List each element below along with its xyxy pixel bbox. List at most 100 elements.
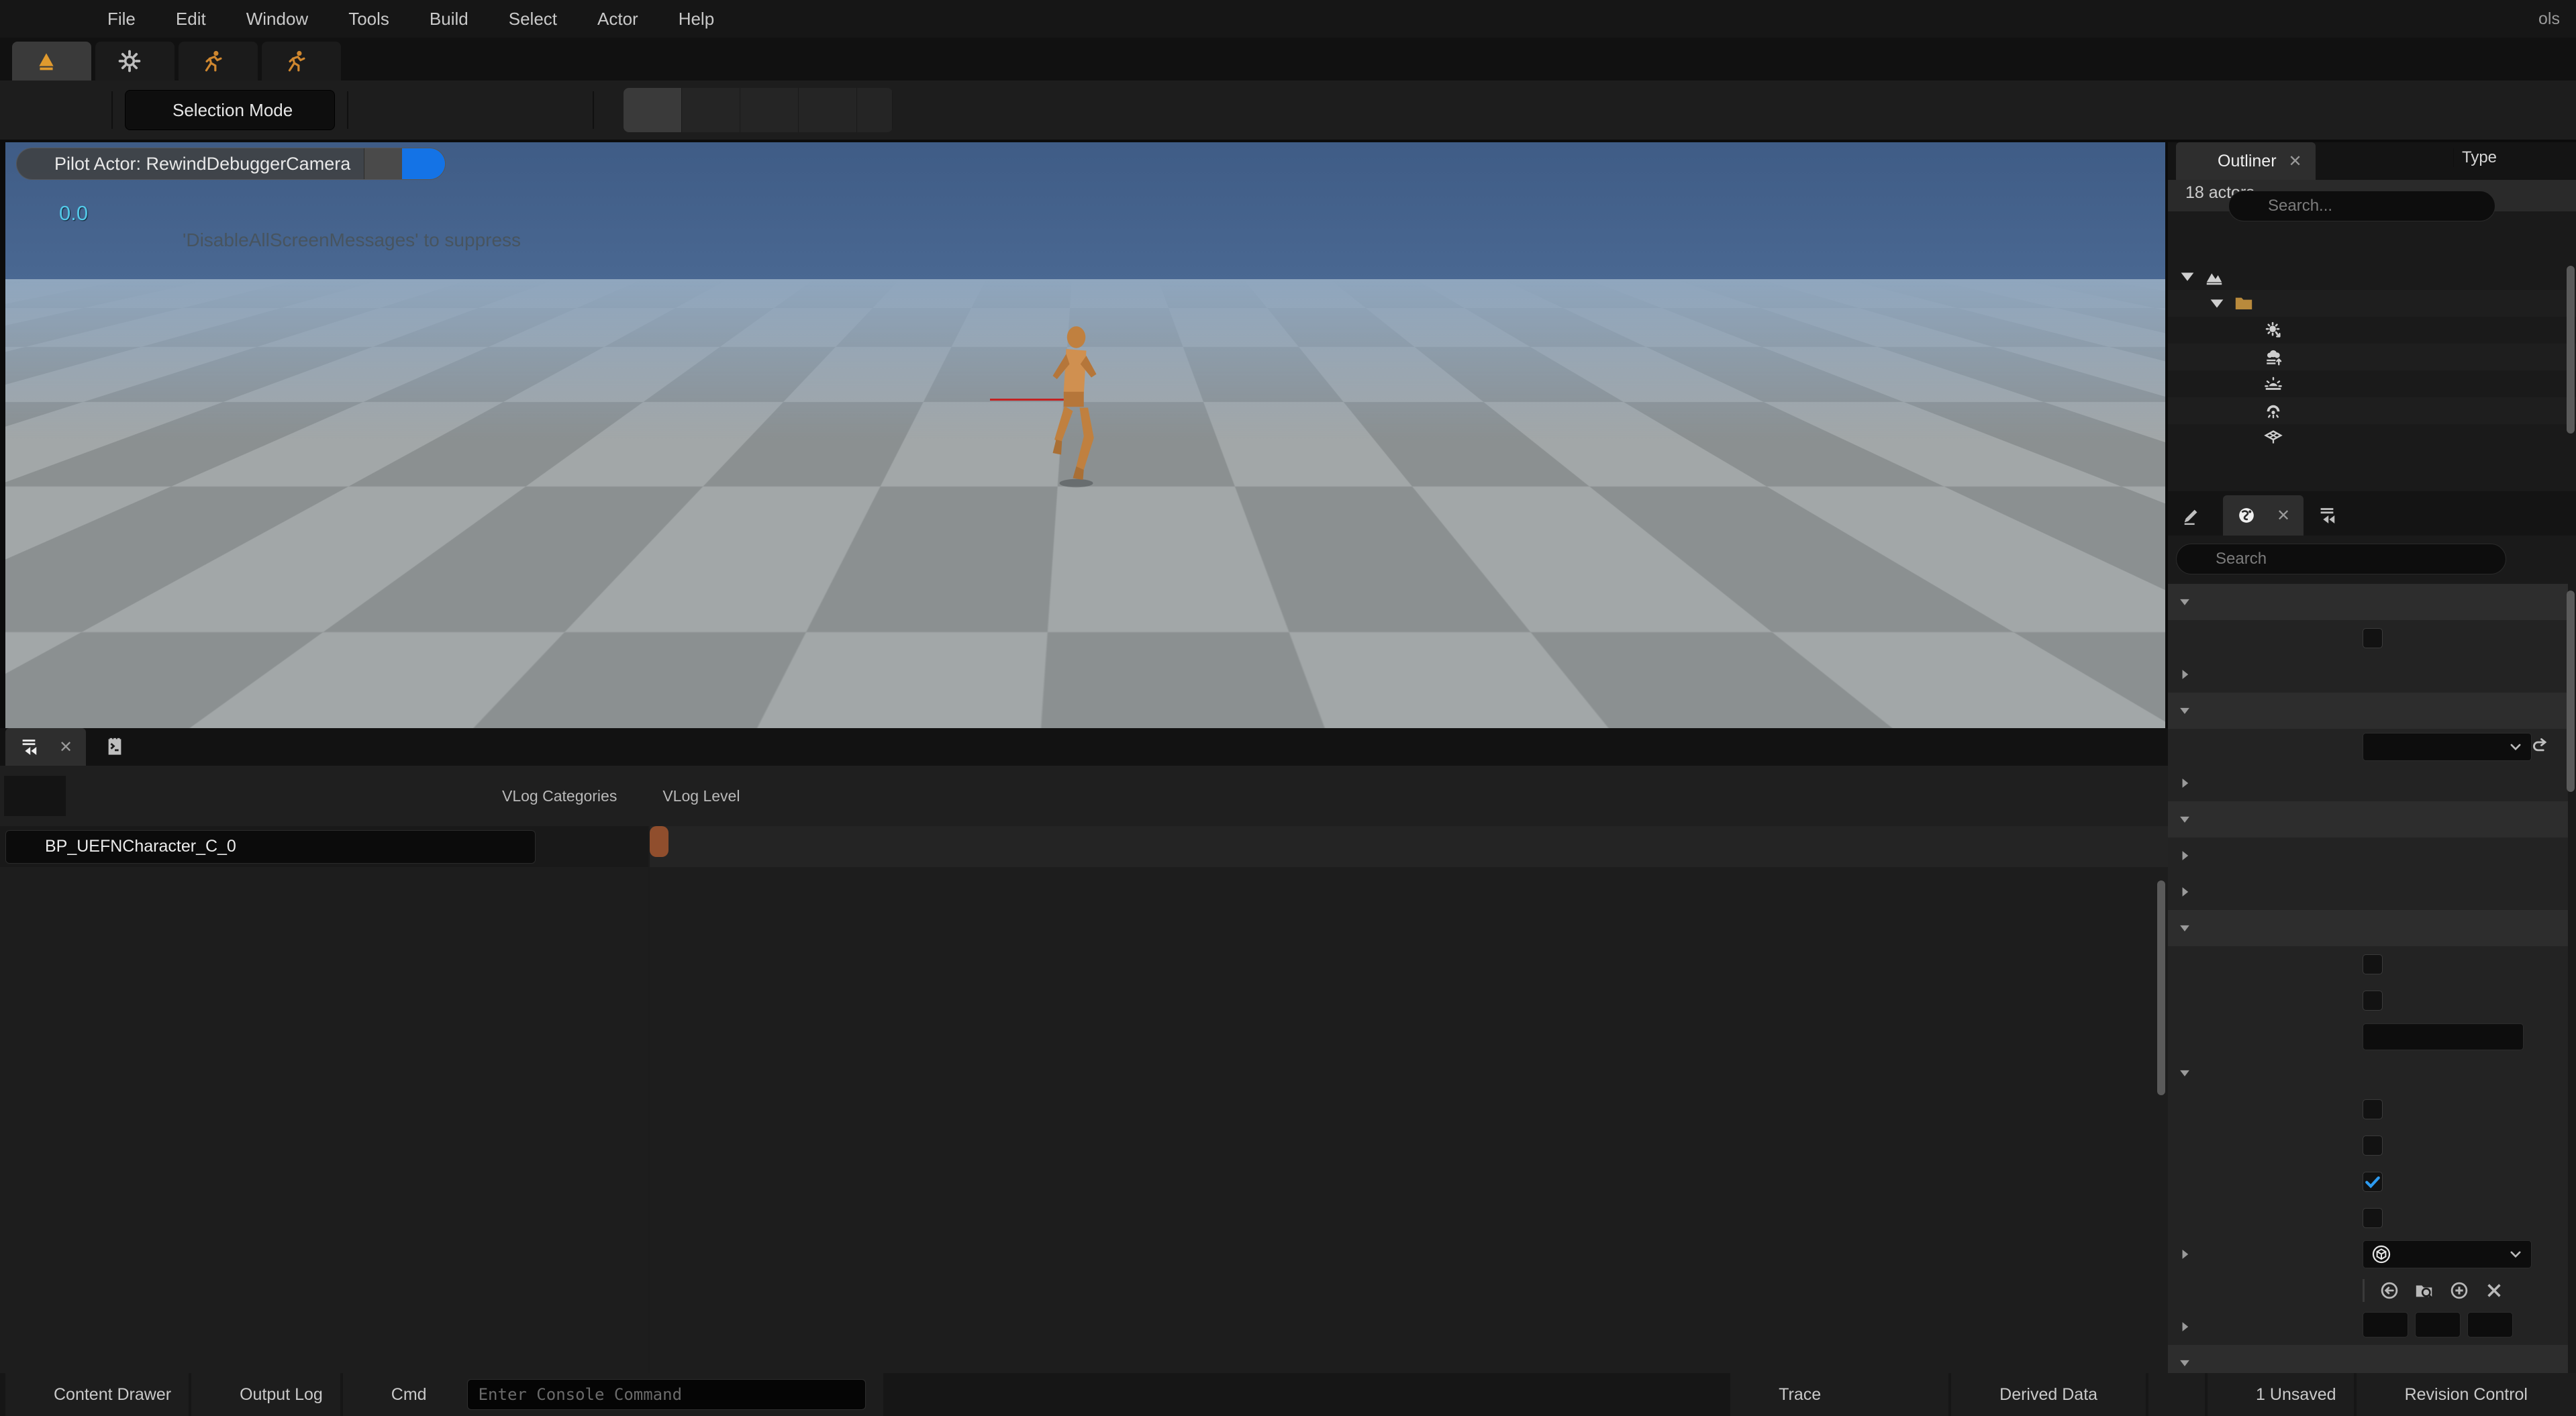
frame-skip-button[interactable]	[682, 88, 740, 132]
menu-item[interactable]: Tools	[328, 9, 409, 30]
insights-icon[interactable]	[1879, 1384, 1900, 1405]
expander-icon[interactable]	[2177, 667, 2192, 682]
menu-item[interactable]: Actor	[577, 9, 658, 30]
character-mannequin[interactable]	[1031, 322, 1125, 490]
blueprints-button[interactable]	[434, 90, 507, 130]
expander-icon[interactable]	[2177, 776, 2192, 791]
checkbox[interactable]	[2363, 1099, 2383, 1119]
play-options-button[interactable]	[857, 88, 893, 132]
outliner-row[interactable]	[2168, 370, 2576, 397]
outliner-row[interactable]	[2168, 317, 2576, 344]
asset-tab[interactable]	[95, 42, 175, 81]
revision-control-dropdown[interactable]: Revision Control	[2357, 1373, 2576, 1416]
expander-icon[interactable]	[2177, 884, 2192, 899]
details-row[interactable]	[2168, 874, 2568, 911]
checkbox[interactable]	[2363, 1208, 2383, 1228]
browse-to-asset-icon[interactable]	[2414, 1280, 2434, 1301]
expander-icon[interactable]	[2207, 293, 2227, 313]
details-settings-icon[interactable]	[2553, 548, 2576, 570]
clear-icon[interactable]	[2484, 1280, 2504, 1301]
expander-icon[interactable]	[2177, 1211, 2192, 1225]
expander-icon[interactable]	[2177, 1029, 2192, 1044]
filter-icon[interactable]	[2180, 195, 2203, 217]
details-row[interactable]	[2168, 584, 2568, 621]
asset-tab[interactable]	[262, 42, 341, 81]
outliner-row[interactable]	[2168, 424, 2576, 451]
debug-target-dropdown[interactable]: BP_UEFNCharacter_C_0	[5, 830, 536, 864]
menu-item[interactable]: Edit	[156, 9, 226, 30]
expander-icon[interactable]	[2177, 1247, 2192, 1262]
details-row[interactable]	[2168, 982, 2568, 1019]
camera-mode-button[interactable]	[4, 776, 66, 816]
expander-icon[interactable]	[2177, 1283, 2192, 1298]
column-type[interactable]: Type	[2453, 148, 2497, 167]
expander-icon[interactable]	[2236, 401, 2257, 421]
expander-icon[interactable]	[2177, 266, 2197, 287]
details-search[interactable]: Search	[2176, 544, 2506, 574]
eject-button[interactable]	[799, 88, 857, 132]
add-icon[interactable]	[2449, 1280, 2469, 1301]
expander-icon[interactable]	[2177, 921, 2192, 935]
stop-button[interactable]	[740, 88, 799, 132]
dropdown[interactable]	[2363, 733, 2532, 761]
expander-icon[interactable]	[2177, 957, 2192, 972]
outliner-settings-icon[interactable]	[2546, 194, 2571, 218]
details-row[interactable]	[2168, 1309, 2568, 1346]
play-reverse-button[interactable]	[158, 778, 195, 814]
value-input[interactable]	[2363, 1023, 2524, 1050]
expander-icon[interactable]	[2177, 1138, 2192, 1153]
trace-snapshot-icon[interactable]	[1910, 1384, 1931, 1405]
play-button[interactable]	[231, 778, 267, 814]
details-row[interactable]	[2168, 1127, 2568, 1164]
expander-icon[interactable]	[2177, 1356, 2192, 1370]
playhead-handle[interactable]	[650, 826, 668, 857]
details-row[interactable]	[2168, 1236, 2568, 1273]
new-folder-icon[interactable]	[2509, 194, 2533, 218]
camera-view-toggle[interactable]	[402, 148, 445, 179]
stop-piloting-button[interactable]	[364, 148, 402, 179]
details-row[interactable]	[2168, 656, 2568, 693]
outliner-search[interactable]: Search...	[2228, 191, 2495, 221]
expander-icon[interactable]	[2236, 347, 2257, 367]
details-scrollbar[interactable]	[2567, 591, 2575, 792]
details-row[interactable]	[2168, 765, 2568, 802]
menu-item[interactable]: Window	[226, 9, 328, 30]
console-command-input[interactable]	[467, 1379, 866, 1410]
close-icon[interactable]: ✕	[59, 738, 72, 757]
vector3-input[interactable]	[2363, 1312, 2520, 1342]
expander-icon[interactable]	[2236, 374, 2257, 394]
unsaved-button[interactable]: 1 Unsaved	[2208, 1373, 2354, 1416]
selection-mode-dropdown[interactable]: Selection Mode	[125, 90, 335, 130]
outliner-scrollbar[interactable]	[2567, 266, 2575, 434]
details-row[interactable]	[2168, 801, 2568, 838]
details-row[interactable]	[2168, 1200, 2568, 1237]
level-viewport[interactable]: Pilot Actor: RewindDebuggerCamera 0.0 'D…	[5, 142, 2165, 728]
expander-icon[interactable]	[2177, 812, 2192, 827]
pause-button[interactable]	[624, 88, 682, 132]
menu-item[interactable]: Build	[409, 9, 489, 30]
panel-tab[interactable]: ✕	[5, 728, 86, 766]
timeline-ruler[interactable]	[650, 826, 2168, 867]
content-drawer-button[interactable]: Content Drawer	[5, 1373, 189, 1416]
save-button[interactable]	[7, 90, 52, 130]
outliner-row[interactable]	[2168, 344, 2576, 370]
chevron-down-icon[interactable]	[2203, 198, 2219, 214]
menu-item[interactable]: Select	[489, 9, 577, 30]
timeline-scrollbar[interactable]	[2157, 880, 2165, 1095]
details-row[interactable]	[2168, 1091, 2568, 1128]
expander-icon[interactable]	[2177, 631, 2192, 646]
expander-icon[interactable]	[2177, 848, 2192, 863]
rewind-timeline[interactable]	[650, 867, 2168, 1373]
details-row[interactable]	[2168, 1055, 2568, 1092]
vlog-categories-dropdown[interactable]: VLog Categories	[502, 787, 640, 805]
close-icon[interactable]: ✕	[2277, 506, 2290, 525]
expander-icon[interactable]	[2177, 595, 2192, 609]
pause-button[interactable]	[195, 778, 231, 814]
expander-icon[interactable]	[2177, 1174, 2192, 1189]
chevron-down-icon[interactable]	[615, 839, 631, 855]
derived-data-dropdown[interactable]: Derived Data	[1951, 1373, 2146, 1416]
add-actor-button[interactable]	[360, 90, 434, 130]
expander-icon[interactable]	[2177, 993, 2192, 1008]
autoeject-settings-button[interactable]	[396, 778, 432, 814]
browse-content-button[interactable]	[52, 90, 99, 130]
